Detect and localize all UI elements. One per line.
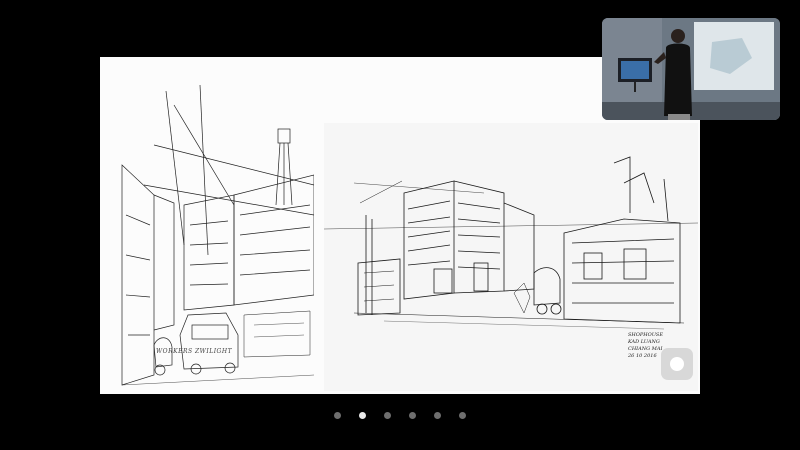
street-sketch-left	[121, 85, 314, 386]
left-sketch-caption: WORKERS ZWILIGHT	[156, 348, 233, 355]
presenter-scene	[602, 18, 780, 120]
caption-line: CHIANG MAI	[628, 346, 663, 352]
page-dot-2[interactable]	[359, 412, 366, 419]
circle-icon	[670, 357, 684, 371]
caption-line: SHOPHOUSE	[628, 332, 663, 338]
page-dot-5[interactable]	[434, 412, 441, 419]
slide-pagination	[0, 412, 800, 424]
presenter-video-thumbnail[interactable]	[602, 18, 780, 120]
page-dot-6[interactable]	[459, 412, 466, 419]
right-sketch-caption: SHOPHOUSE KAD LUANG CHIANG MAI 26 10 201…	[628, 332, 663, 360]
page-dot-4[interactable]	[409, 412, 416, 419]
caption-line: KAD LUANG	[628, 339, 660, 345]
caption-line: 26 10 2016	[628, 353, 657, 359]
page-dot-1[interactable]	[334, 412, 341, 419]
page-dot-3[interactable]	[384, 412, 391, 419]
floating-action-button[interactable]	[661, 348, 693, 380]
